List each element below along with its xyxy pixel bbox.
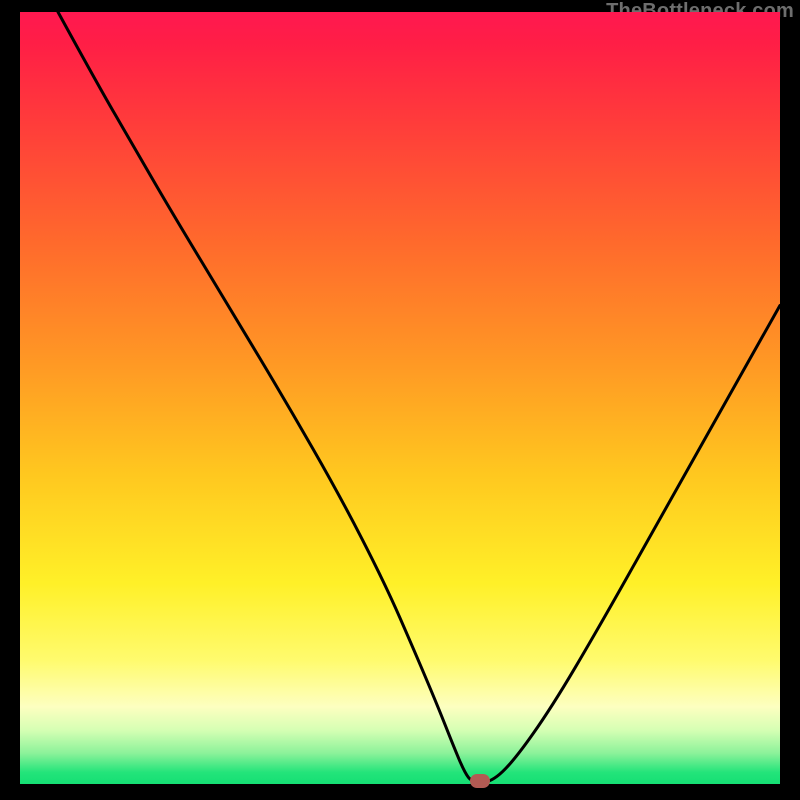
optimal-marker-icon [470, 774, 490, 788]
bottleneck-chart [20, 12, 780, 784]
bottleneck-curve-path [58, 12, 780, 783]
bottleneck-curve-svg [20, 12, 780, 784]
